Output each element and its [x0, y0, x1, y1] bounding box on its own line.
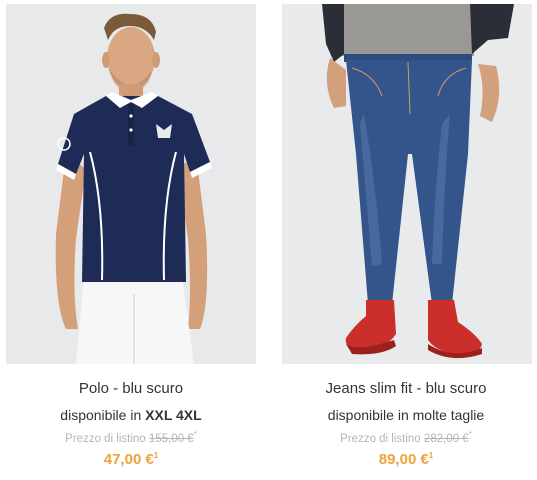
- product-card[interactable]: Jeans slim fit - blu scuro disponibile i…: [275, 0, 537, 480]
- sale-price-value: 89,00 €: [378, 451, 429, 468]
- product-grid: Polo - blu scuro disponibile in XXL 4XL …: [0, 0, 537, 480]
- product-image[interactable]: [6, 4, 256, 364]
- sale-price-footnote: 1: [428, 451, 434, 460]
- product-title[interactable]: Jeans slim fit - blu scuro: [275, 380, 537, 398]
- polo-shirt-photo: [6, 4, 256, 364]
- sale-price-value: 47,00 €: [103, 451, 154, 468]
- product-availability: disponibile in molte taglie: [275, 406, 537, 424]
- product-title[interactable]: Polo - blu scuro: [0, 380, 262, 398]
- list-price-value: 282,00 €: [423, 433, 469, 445]
- sale-price-footnote: 1: [153, 451, 159, 460]
- availability-sizes: XXL 4XL: [145, 407, 202, 423]
- jeans-photo: [282, 4, 532, 364]
- availability-text: disponibile in: [60, 407, 146, 423]
- list-price-value: 155,00 €: [148, 433, 194, 445]
- list-price: Prezzo di listino 282,00 €*: [275, 430, 537, 446]
- list-price-label: Prezzo di listino: [340, 433, 421, 445]
- product-availability: disponibile in XXL 4XL: [0, 406, 262, 424]
- list-price-footnote: *: [468, 430, 472, 440]
- sale-price: 47,00 €1: [0, 450, 262, 470]
- product-image[interactable]: [282, 4, 532, 364]
- availability-text: disponibile in molte taglie: [327, 407, 485, 423]
- list-price: Prezzo di listino 155,00 €*: [0, 430, 262, 446]
- list-price-label: Prezzo di listino: [65, 433, 146, 445]
- product-card[interactable]: Polo - blu scuro disponibile in XXL 4XL …: [0, 0, 262, 480]
- list-price-footnote: *: [193, 430, 197, 440]
- sale-price: 89,00 €1: [275, 450, 537, 470]
